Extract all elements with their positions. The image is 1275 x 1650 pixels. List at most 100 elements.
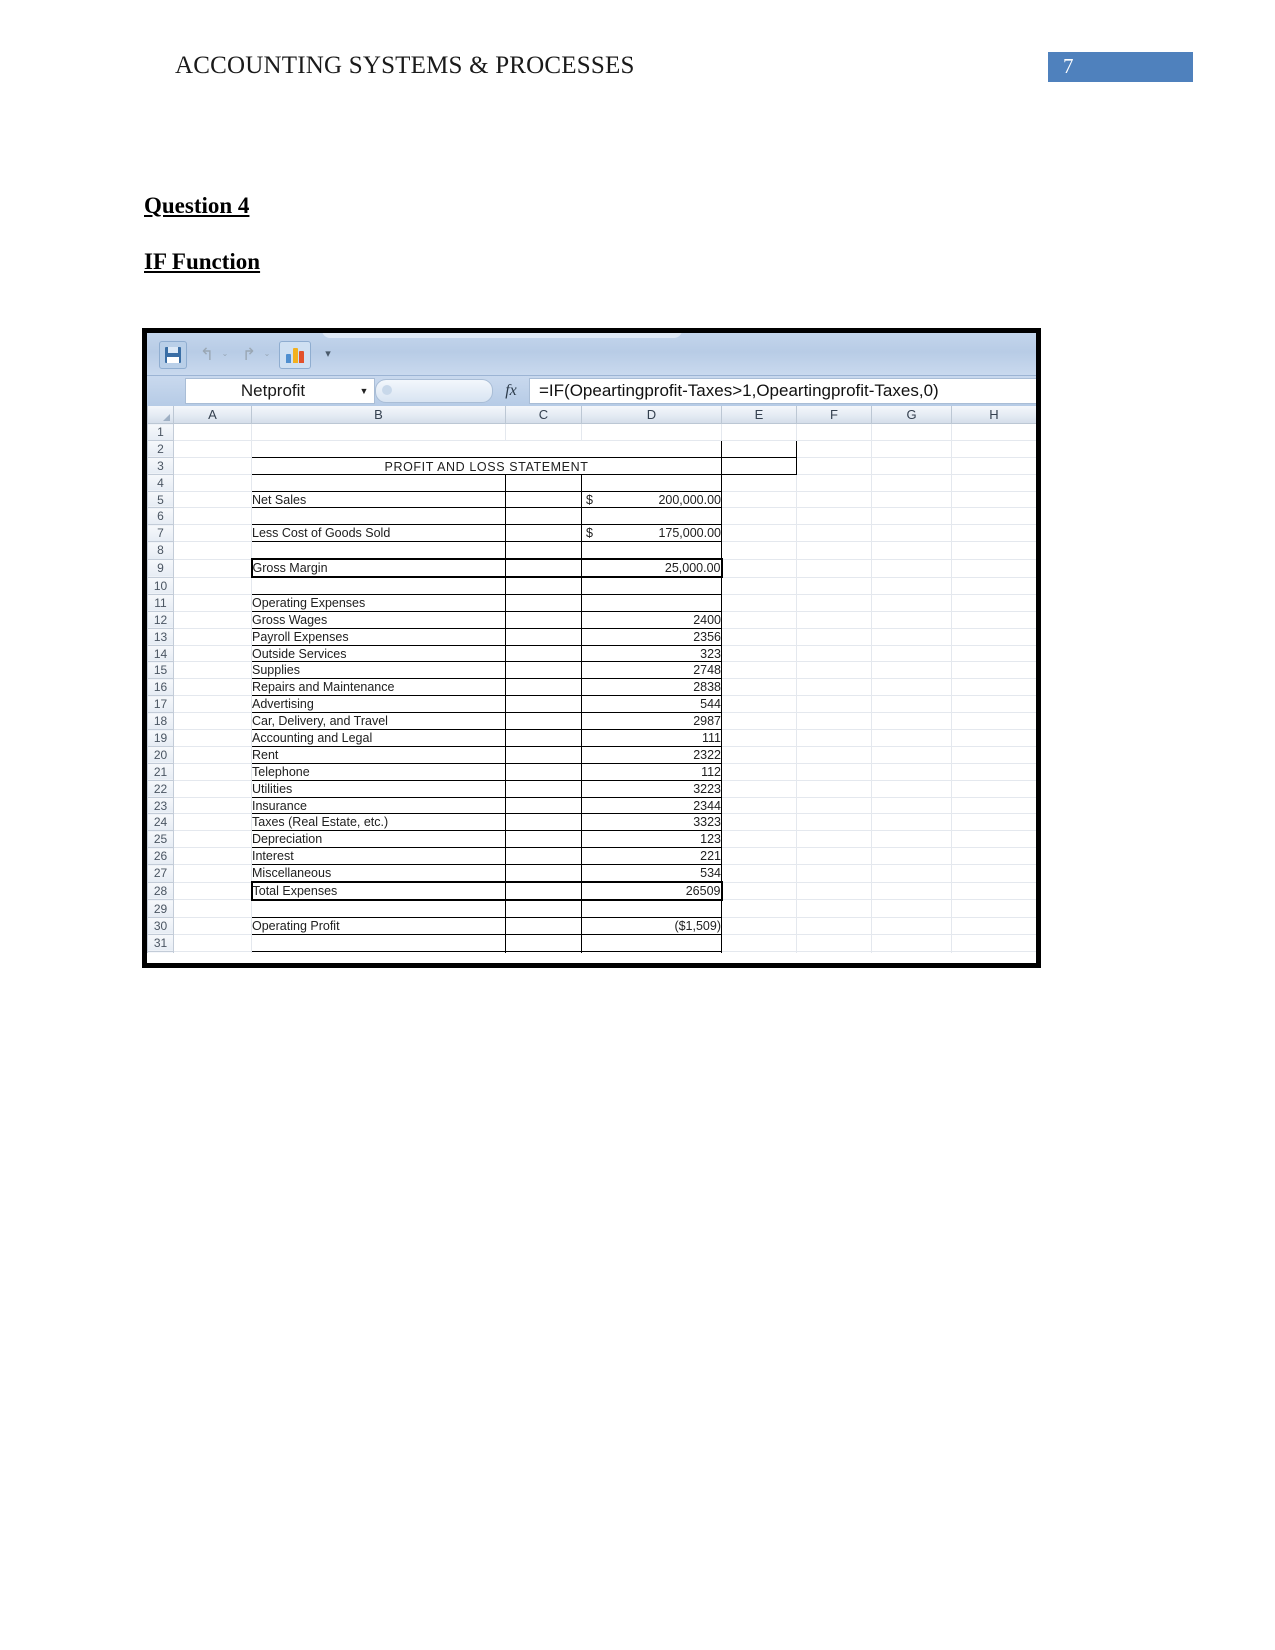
column-header-c[interactable]: C (505, 406, 582, 424)
cell-G3[interactable] (951, 457, 1036, 475)
cell-H29[interactable] (951, 899, 1036, 918)
cell-H24[interactable] (951, 813, 1036, 832)
cell-E16[interactable] (721, 678, 797, 697)
cell-F24[interactable] (796, 813, 872, 832)
cell-G6[interactable] (871, 507, 952, 526)
cell-E31[interactable] (721, 934, 797, 952)
cell-G15[interactable] (871, 661, 952, 680)
table-row[interactable]: 14 Outside Services 323 (147, 644, 1036, 663)
table-row[interactable]: 1 (147, 423, 1036, 441)
cell-E29[interactable] (721, 899, 797, 918)
cell-F8[interactable] (796, 541, 872, 560)
cell-D21[interactable]: 112 (581, 762, 722, 781)
cell-G12[interactable] (871, 611, 952, 629)
cell-A30[interactable] (173, 917, 252, 935)
table-row[interactable]: 4 (147, 473, 1036, 492)
table-row[interactable]: 27 Miscellaneous 534 (147, 864, 1036, 883)
table-row[interactable]: 15 Supplies 2748 (147, 661, 1036, 680)
cell-D20[interactable]: 2322 (581, 745, 722, 764)
cell-G17[interactable] (871, 695, 952, 714)
cell-A29[interactable] (173, 899, 252, 918)
table-row[interactable]: 26 Interest 221 (147, 847, 1036, 866)
undo-dropdown-button[interactable]: ⌄ (219, 341, 231, 367)
cell-G18[interactable] (871, 712, 952, 731)
cell-G16[interactable] (871, 678, 952, 697)
cell-C15[interactable] (505, 661, 582, 680)
cell-C25[interactable] (505, 830, 582, 849)
cell-C27[interactable] (505, 864, 582, 883)
cell-F21[interactable] (796, 763, 872, 781)
cell-C11[interactable] (505, 593, 582, 612)
cell-H28[interactable] (951, 882, 1036, 901)
row-header-13[interactable]: 13 (147, 628, 174, 646)
column-header-b[interactable]: B (251, 406, 506, 424)
table-row[interactable]: 20 Rent 2322 (147, 745, 1036, 764)
cell-H9[interactable] (951, 559, 1036, 578)
table-row[interactable]: 5 Net Sales $200,000.00 (147, 490, 1036, 509)
cell-A27[interactable] (173, 864, 252, 883)
row-header-16[interactable]: 16 (147, 678, 174, 697)
cell-A6[interactable] (173, 507, 252, 526)
cell-A24[interactable] (173, 813, 252, 832)
cell-B31[interactable] (251, 933, 506, 952)
customize-toolbar-button[interactable]: ▾ (319, 341, 337, 367)
cell-A21[interactable] (173, 763, 252, 781)
cell-H13[interactable] (951, 628, 1036, 646)
cell-E2[interactable] (796, 440, 872, 458)
cell-B15[interactable]: Supplies (251, 661, 506, 680)
column-header-d[interactable]: D (581, 406, 722, 424)
cell-C7[interactable] (505, 524, 582, 543)
cell-A22[interactable] (173, 780, 252, 798)
cell-H4[interactable] (951, 474, 1036, 492)
cell-B8[interactable] (251, 541, 506, 560)
cell-D11[interactable] (581, 593, 722, 612)
cell-G4[interactable] (871, 474, 952, 492)
cell-F22[interactable] (796, 780, 872, 798)
cell-B30[interactable]: Operating Profit (251, 916, 506, 935)
cell-B20[interactable]: Rent (251, 745, 506, 764)
cell-B7[interactable]: Less Cost of Goods Sold (251, 524, 506, 543)
cell-D12[interactable]: 2400 (581, 610, 722, 629)
cell-E21[interactable] (721, 763, 797, 781)
cell-H31[interactable] (951, 934, 1036, 952)
cell-F6[interactable] (796, 507, 872, 526)
cell-D1[interactable] (581, 423, 722, 441)
cell-D15[interactable]: 2748 (581, 661, 722, 680)
cell-D4[interactable] (581, 473, 722, 492)
cell-D31[interactable] (581, 933, 722, 952)
cell-F5[interactable] (796, 491, 872, 509)
cell-H8[interactable] (951, 541, 1036, 560)
cell-E6[interactable] (721, 507, 797, 526)
cell-H6[interactable] (951, 507, 1036, 526)
cell-A25[interactable] (173, 830, 252, 849)
cell-F29[interactable] (796, 899, 872, 918)
cell-D9[interactable]: 25,000.00 (581, 558, 723, 579)
cell-B27[interactable]: Miscellaneous (251, 864, 506, 883)
select-all-corner[interactable] (147, 406, 174, 424)
row-header-20[interactable]: 20 (147, 746, 174, 764)
cell-F30[interactable] (796, 917, 872, 935)
chart-button[interactable] (279, 341, 311, 369)
cell-A1[interactable] (173, 423, 252, 441)
row-header-3[interactable]: 3 (147, 457, 174, 475)
row-header-10[interactable]: 10 (147, 577, 174, 595)
cell-C12[interactable] (505, 610, 582, 629)
cell-D19[interactable]: 111 (581, 729, 722, 747)
cell-D27[interactable]: 534 (581, 864, 722, 883)
cell-B24[interactable]: Taxes (Real Estate, etc.) (251, 813, 506, 832)
cell-B23[interactable]: Insurance (251, 796, 506, 815)
cell-F1[interactable] (796, 423, 872, 441)
cell-B22[interactable]: Utilities (251, 779, 506, 798)
cell-G5[interactable] (871, 491, 952, 509)
table-row[interactable]: 30 Operating Profit ($1,509) (147, 916, 1036, 935)
cell-C5[interactable] (505, 490, 582, 509)
cell-H12[interactable] (951, 611, 1036, 629)
row-header-2[interactable]: 2 (147, 440, 174, 458)
cell-B1[interactable] (251, 423, 506, 441)
cell-G11[interactable] (871, 594, 952, 612)
cell-F27[interactable] (796, 864, 872, 883)
cell-E24[interactable] (721, 813, 797, 832)
row-header-6[interactable]: 6 (147, 507, 174, 526)
column-header-g[interactable]: G (871, 406, 952, 424)
cell-F4[interactable] (796, 474, 872, 492)
